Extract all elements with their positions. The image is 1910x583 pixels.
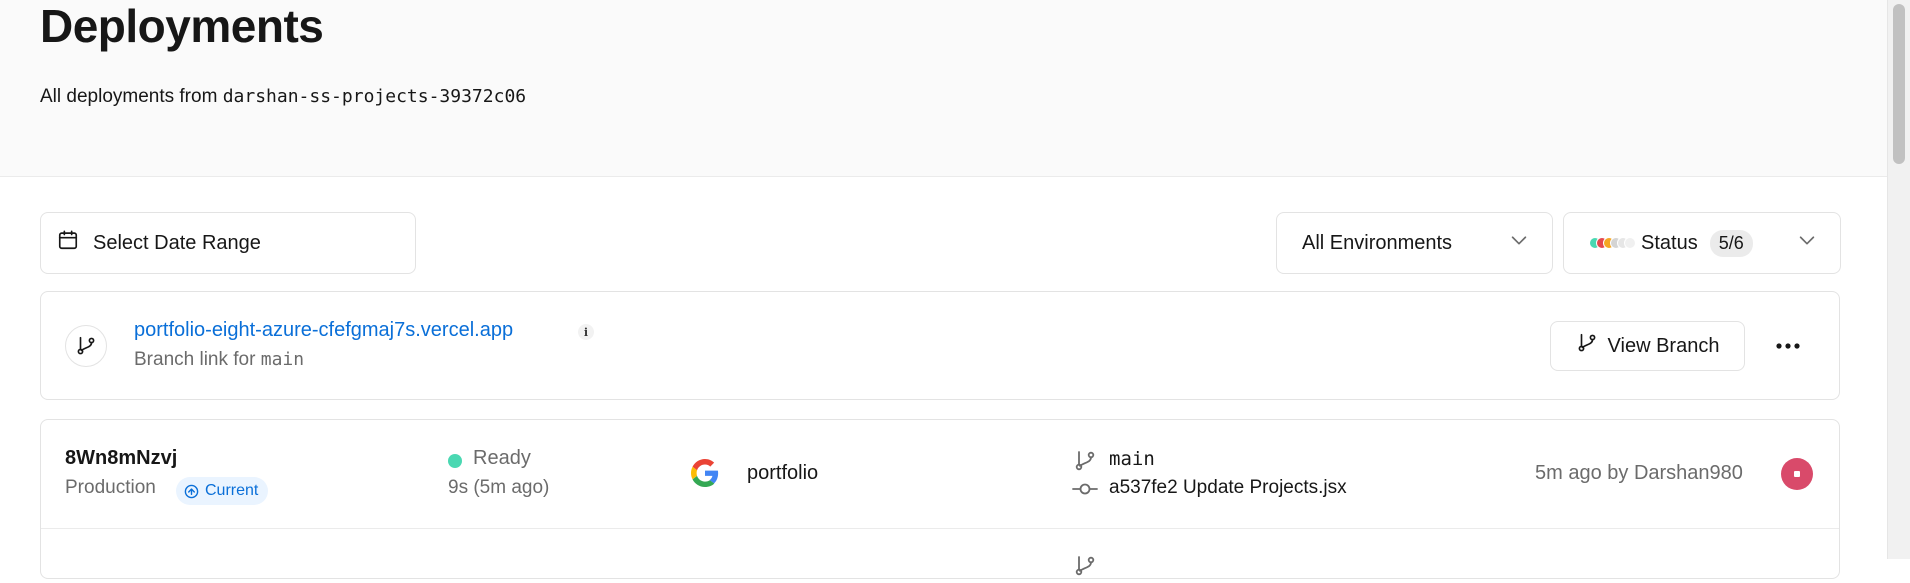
branch-link-description: Branch link for main — [134, 349, 304, 371]
more-options-button[interactable] — [1770, 329, 1806, 363]
status-filter-label: Status — [1641, 231, 1698, 254]
page-title: Deployments — [40, 0, 324, 52]
status-count-badge: 5/6 — [1709, 229, 1753, 257]
current-badge-label: Current — [205, 482, 259, 499]
branch-url-link[interactable]: portfolio-eight-azure-cfefgmaj7s.vercel.… — [134, 319, 513, 342]
environment-select-label: All Environments — [1302, 231, 1453, 254]
environment-select[interactable]: All Environments — [1276, 212, 1553, 274]
view-branch-label: View Branch — [1607, 334, 1720, 357]
deployments-list: 8Wn8mNzvj Production Current Ready 9s (5… — [40, 419, 1840, 579]
branch-link-branch: main — [260, 349, 305, 370]
status-dot-initializing — [1624, 237, 1636, 249]
branch-link-prefix: Branch link for — [134, 349, 261, 370]
row-divider — [41, 528, 1839, 529]
chevron-down-icon — [1508, 229, 1530, 257]
git-branch-icon — [1576, 332, 1598, 360]
calendar-icon — [57, 229, 79, 257]
view-branch-button[interactable]: View Branch — [1550, 321, 1745, 371]
deployment-status: Ready — [473, 447, 531, 469]
status-ready-dot — [448, 454, 462, 468]
chevron-down-icon — [1796, 229, 1818, 257]
git-commit-icon — [1072, 480, 1098, 503]
current-badge: Current — [176, 477, 269, 505]
date-range-picker[interactable]: Select Date Range — [40, 212, 416, 274]
git-branch-icon — [65, 325, 107, 367]
deployment-commit[interactable]: a537fe2 Update Projects.jsx — [1109, 477, 1347, 499]
deployment-duration: 9s (5m ago) — [448, 477, 550, 498]
google-icon — [691, 459, 719, 487]
scrollbar-thumb[interactable] — [1893, 4, 1905, 164]
deployment-time-author: 5m ago by Darshan980 — [1535, 462, 1743, 484]
project-name[interactable]: portfolio — [747, 462, 818, 485]
subtitle-prefix: All deployments from — [40, 86, 223, 107]
deployment-environment: Production — [65, 477, 156, 498]
page-subtitle: All deployments from darshan-ss-projects… — [40, 84, 526, 110]
git-branch-icon — [1073, 449, 1097, 478]
team-slug: darshan-ss-projects-39372c06 — [222, 86, 527, 107]
git-branch-icon — [1073, 554, 1097, 583]
avatar[interactable] — [1781, 458, 1813, 490]
ellipsis-icon — [1776, 343, 1800, 349]
date-range-label: Select Date Range — [93, 231, 261, 254]
deployment-id[interactable]: 8Wn8mNzvj — [65, 447, 177, 470]
status-filter[interactable]: Status 5/6 — [1563, 212, 1841, 274]
vertical-scrollbar[interactable] — [1887, 0, 1910, 559]
info-icon[interactable]: i — [578, 324, 594, 340]
deployment-branch[interactable]: main — [1109, 448, 1155, 470]
status-dots-icon — [1589, 237, 1636, 249]
page-header: Deployments All deployments from darshan… — [0, 0, 1888, 177]
branch-link-card: portfolio-eight-azure-cfefgmaj7s.vercel.… — [40, 291, 1840, 400]
arrow-up-circle-icon — [184, 484, 199, 498]
